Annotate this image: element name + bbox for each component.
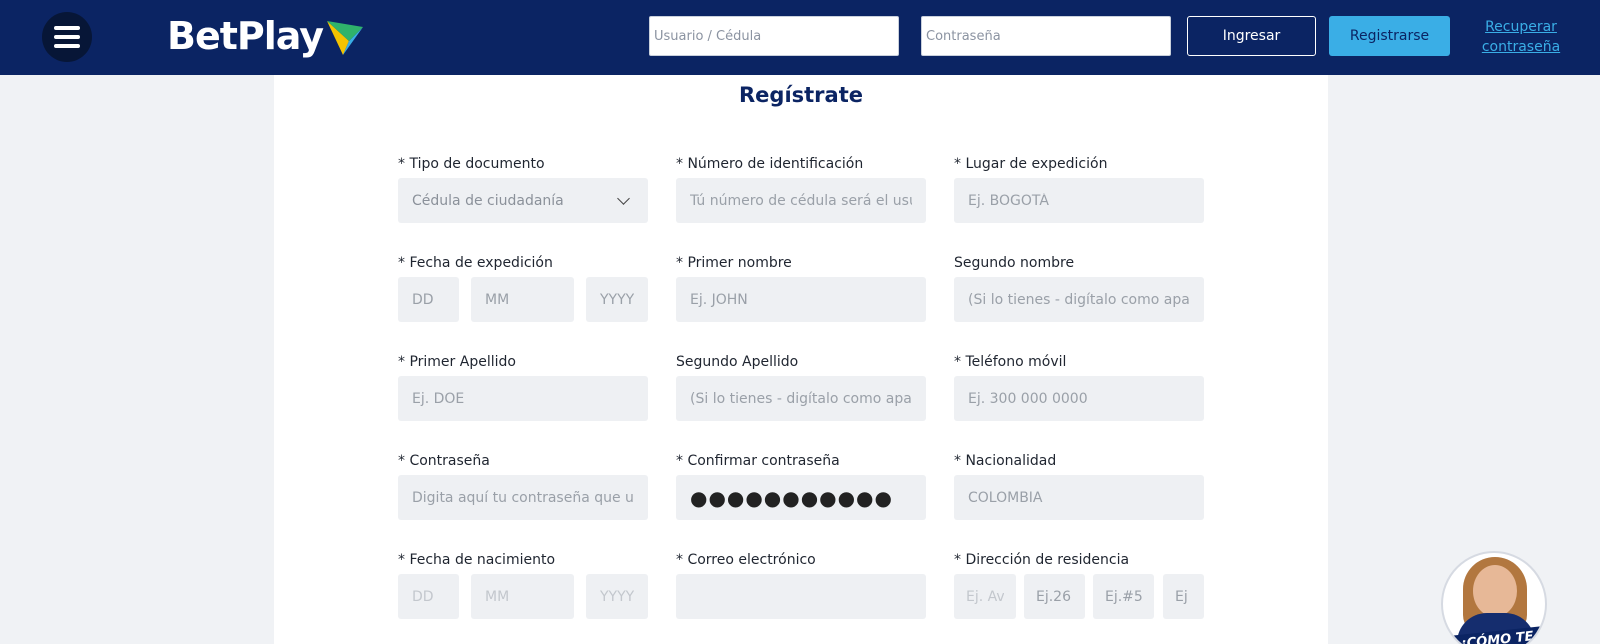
login-button[interactable]: Ingresar bbox=[1187, 16, 1316, 56]
issue-place-label: * Lugar de expedición bbox=[954, 156, 1108, 172]
address-number-input[interactable] bbox=[1024, 574, 1085, 619]
address-extra-input[interactable] bbox=[1163, 574, 1204, 619]
confirm-password-label: * Confirmar contraseña bbox=[676, 453, 840, 469]
doc-type-label: * Tipo de documento bbox=[398, 156, 545, 172]
confirm-password-input[interactable] bbox=[676, 475, 926, 520]
address-hash-input[interactable] bbox=[1093, 574, 1154, 619]
brand-name: BetPlay bbox=[167, 14, 324, 58]
betplay-logo[interactable]: BetPlay bbox=[167, 12, 365, 60]
help-assistant-avatar[interactable]: ¿CÓMO TE bbox=[1441, 551, 1547, 644]
doc-type-value: Cédula de ciudadanía bbox=[412, 192, 564, 209]
assistant-face bbox=[1473, 565, 1517, 617]
username-input[interactable] bbox=[649, 16, 899, 56]
page-title: Regístrate bbox=[739, 83, 863, 107]
issue-date-month-input[interactable] bbox=[471, 277, 574, 322]
first-surname-label: * Primer Apellido bbox=[398, 354, 516, 370]
address-label: * Dirección de residencia bbox=[954, 552, 1130, 568]
recover-password-link[interactable]: Recuperar contraseña bbox=[1476, 17, 1566, 57]
password-input[interactable] bbox=[398, 475, 648, 520]
mobile-label: * Teléfono móvil bbox=[954, 354, 1067, 370]
nationality-label: * Nacionalidad bbox=[954, 453, 1057, 469]
issue-date-day-input[interactable] bbox=[398, 277, 459, 322]
address-street-type-input[interactable] bbox=[954, 574, 1016, 619]
issue-date-label: * Fecha de expedición bbox=[398, 255, 553, 271]
doc-type-select[interactable]: Cédula de ciudadanía bbox=[398, 178, 648, 223]
nationality-input[interactable] bbox=[954, 475, 1204, 520]
birth-date-month-input[interactable] bbox=[471, 574, 574, 619]
id-number-input[interactable] bbox=[676, 178, 926, 223]
first-surname-input[interactable] bbox=[398, 376, 648, 421]
chevron-down-icon bbox=[617, 191, 630, 205]
logo-check-icon bbox=[327, 21, 364, 55]
second-surname-input[interactable] bbox=[676, 376, 926, 421]
first-name-input[interactable] bbox=[676, 277, 926, 322]
birth-date-label: * Fecha de nacimiento bbox=[398, 552, 556, 568]
second-surname-label: Segundo Apellido bbox=[676, 354, 799, 370]
id-number-label: * Número de identificación bbox=[676, 156, 864, 172]
register-button[interactable]: Registrarse bbox=[1329, 16, 1450, 56]
hamburger-menu-icon[interactable] bbox=[42, 12, 92, 62]
issue-place-input[interactable] bbox=[954, 178, 1204, 223]
email-input[interactable] bbox=[676, 574, 926, 619]
email-label: * Correo electrónico bbox=[676, 552, 816, 568]
header-password-input[interactable] bbox=[921, 16, 1171, 56]
first-name-label: * Primer nombre bbox=[676, 255, 792, 271]
mobile-input[interactable] bbox=[954, 376, 1204, 421]
birth-date-year-input[interactable] bbox=[586, 574, 648, 619]
registration-card: Regístrate * Tipo de documento Cédula de… bbox=[274, 75, 1328, 644]
issue-date-year-input[interactable] bbox=[586, 277, 648, 322]
top-navigation-bar: BetPlay Ingresar Registrarse Recuperar c… bbox=[0, 0, 1600, 75]
second-name-input[interactable] bbox=[954, 277, 1204, 322]
recover-link-line1: Recuperar bbox=[1485, 19, 1557, 35]
second-name-label: Segundo nombre bbox=[954, 255, 1075, 271]
recover-link-line2: contraseña bbox=[1481, 39, 1561, 55]
password-label: * Contraseña bbox=[398, 453, 490, 469]
birth-date-day-input[interactable] bbox=[398, 574, 459, 619]
